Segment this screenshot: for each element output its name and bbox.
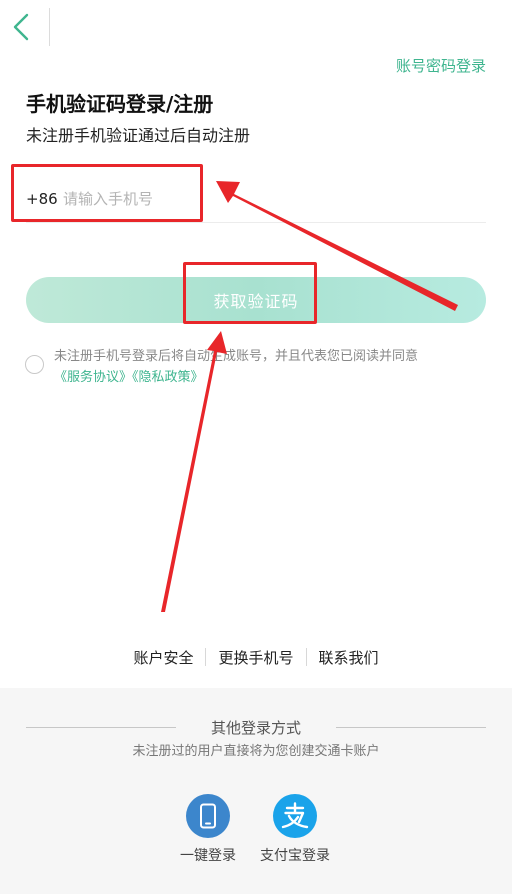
agreement-prefix: 未注册手机号登录后将自动生成账号，并且代表您已阅读并同意	[54, 349, 419, 364]
password-login-link[interactable]: 账号密码登录	[396, 55, 486, 76]
agreement-text: 未注册手机号登录后将自动生成账号，并且代表您已阅读并同意《服务协议》《隐私政策》	[54, 346, 492, 388]
one-click-login-button[interactable]: 一键登录	[163, 794, 253, 865]
change-phone-link[interactable]: 更换手机号	[206, 647, 305, 668]
other-login-subtitle: 未注册过的用户直接将为您创建交通卡账户	[132, 744, 380, 759]
divider-line-right	[336, 727, 486, 728]
annotation-box-code-button	[183, 262, 317, 324]
other-login-panel: 其他登录方式 未注册过的用户直接将为您创建交通卡账户 一键登录 支付宝登录	[0, 688, 512, 894]
alipay-icon	[273, 794, 317, 838]
mobile-phone-icon	[186, 794, 230, 838]
account-security-link[interactable]: 账户安全	[121, 647, 205, 668]
contact-us-link[interactable]: 联系我们	[307, 647, 391, 668]
back-button[interactable]	[8, 10, 36, 44]
privacy-policy-link[interactable]: 《隐私政策》	[132, 370, 204, 385]
alipay-login-label: 支付宝登录	[260, 848, 330, 864]
agreement-checkbox[interactable]	[25, 355, 44, 374]
chevron-left-icon	[13, 13, 29, 41]
annotation-box-phone	[11, 164, 203, 222]
page-subtitle: 未注册手机验证通过后自动注册	[26, 126, 251, 145]
top-divider	[49, 8, 50, 46]
footer-links: 账户安全 更换手机号 联系我们	[0, 646, 512, 668]
one-click-login-label: 一键登录	[180, 848, 236, 864]
alipay-login-button[interactable]: 支付宝登录	[250, 794, 340, 865]
page-title: 手机验证码登录/注册	[26, 92, 214, 116]
service-agreement-link[interactable]: 《服务协议》	[54, 370, 132, 385]
other-login-header: 其他登录方式	[26, 716, 486, 740]
